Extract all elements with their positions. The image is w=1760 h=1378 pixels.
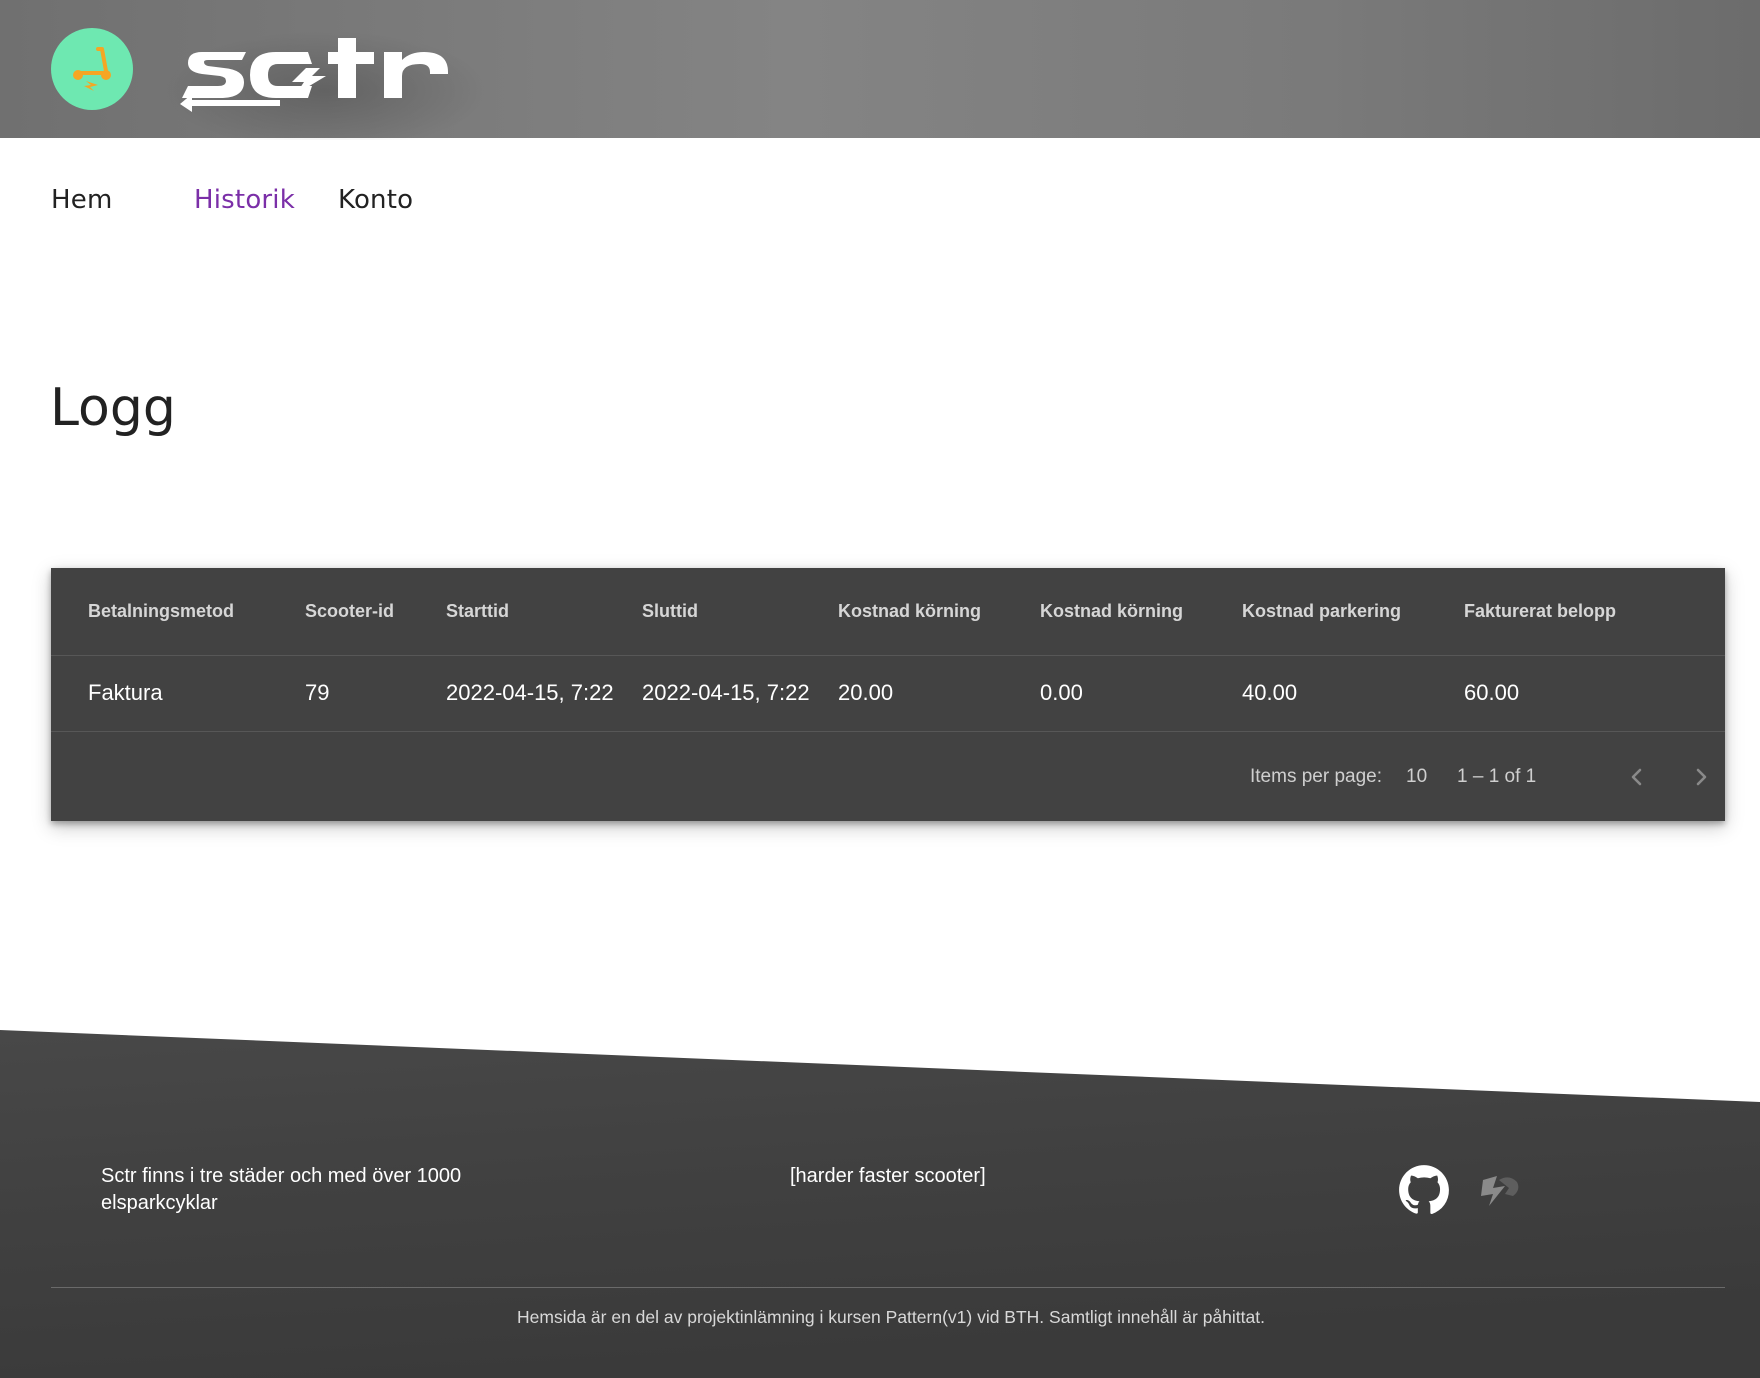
footer-copyright: Hemsida är en del av projektinlämning i … xyxy=(517,1307,1265,1327)
github-link[interactable] xyxy=(1397,1163,1451,1217)
footer-description: Sctr finns i tre städer och med över 100… xyxy=(101,1165,462,1214)
next-page-button[interactable] xyxy=(1681,757,1721,797)
chevron-right-icon xyxy=(1696,768,1707,786)
sctr-wordmark xyxy=(180,38,448,112)
column-header-betalningsmetod[interactable]: Betalningsmetod xyxy=(88,601,234,622)
paginator: Items per page: 10 1 – 1 of 1 xyxy=(51,733,1725,821)
footer-tagline: [harder faster scooter] xyxy=(790,1165,986,1187)
brand-logo[interactable]: sctr xyxy=(180,34,470,112)
cell-betalningsmetod: Faktura xyxy=(88,680,163,705)
main-nav: Hem Historik Konto xyxy=(0,185,600,235)
cell-sluttid: 2022-04-15, 7:22 xyxy=(642,680,810,705)
column-header-starttid[interactable]: Starttid xyxy=(446,601,509,622)
table-header-row: Betalningsmetod Scooter-id Starttid Slut… xyxy=(51,568,1725,656)
cell-kostnad-parkering: 40.00 xyxy=(1242,680,1298,705)
nav-item-hem[interactable]: Hem xyxy=(51,185,112,215)
log-table: Betalningsmetod Scooter-id Starttid Slut… xyxy=(51,568,1725,821)
nav-item-historik[interactable]: Historik xyxy=(194,185,295,215)
prev-page-button[interactable] xyxy=(1617,757,1657,797)
column-header-kostnad-parkering[interactable]: Kostnad parkering xyxy=(1242,601,1401,622)
cell-kostnad-korning: 20.00 xyxy=(838,680,894,705)
cell-starttid: 2022-04-15, 7:22 xyxy=(446,680,614,705)
cell-scooter-id: 79 xyxy=(305,680,330,705)
cell-fakturerat-belopp: 60.00 xyxy=(1464,680,1520,705)
nav-item-konto[interactable]: Konto xyxy=(338,185,413,215)
page-title: Logg xyxy=(50,378,176,438)
site-footer: Sctr finns i tre städer och med över 100… xyxy=(0,1030,1760,1378)
sctr-social-link[interactable] xyxy=(1472,1163,1526,1217)
site-header: sctr xyxy=(0,0,1760,140)
column-header-sluttid[interactable]: Sluttid xyxy=(642,601,698,622)
column-header-scooter-id[interactable]: Scooter-id xyxy=(305,601,394,622)
column-header-kostnad-korning-2[interactable]: Kostnad körning xyxy=(1040,601,1183,622)
logo-badge[interactable] xyxy=(51,28,133,110)
range-label: 1 – 1 of 1 xyxy=(1457,766,1537,787)
chevron-left-icon xyxy=(1631,768,1642,786)
sctr-logo-icon xyxy=(1481,1176,1519,1206)
items-per-page-label: Items per page: xyxy=(1250,766,1383,787)
table-row[interactable]: Faktura 79 2022-04-15, 7:22 2022-04-15, … xyxy=(51,656,1725,732)
cell-kostnad-korning-2: 0.00 xyxy=(1040,680,1083,705)
github-icon xyxy=(1399,1165,1449,1214)
column-header-fakturerat-belopp[interactable]: Fakturerat belopp xyxy=(1464,601,1616,622)
footer-divider xyxy=(51,1287,1725,1288)
column-header-kostnad-korning[interactable]: Kostnad körning xyxy=(838,601,981,622)
items-per-page-select[interactable]: 10 xyxy=(1406,766,1427,788)
scooter-icon xyxy=(73,47,111,91)
